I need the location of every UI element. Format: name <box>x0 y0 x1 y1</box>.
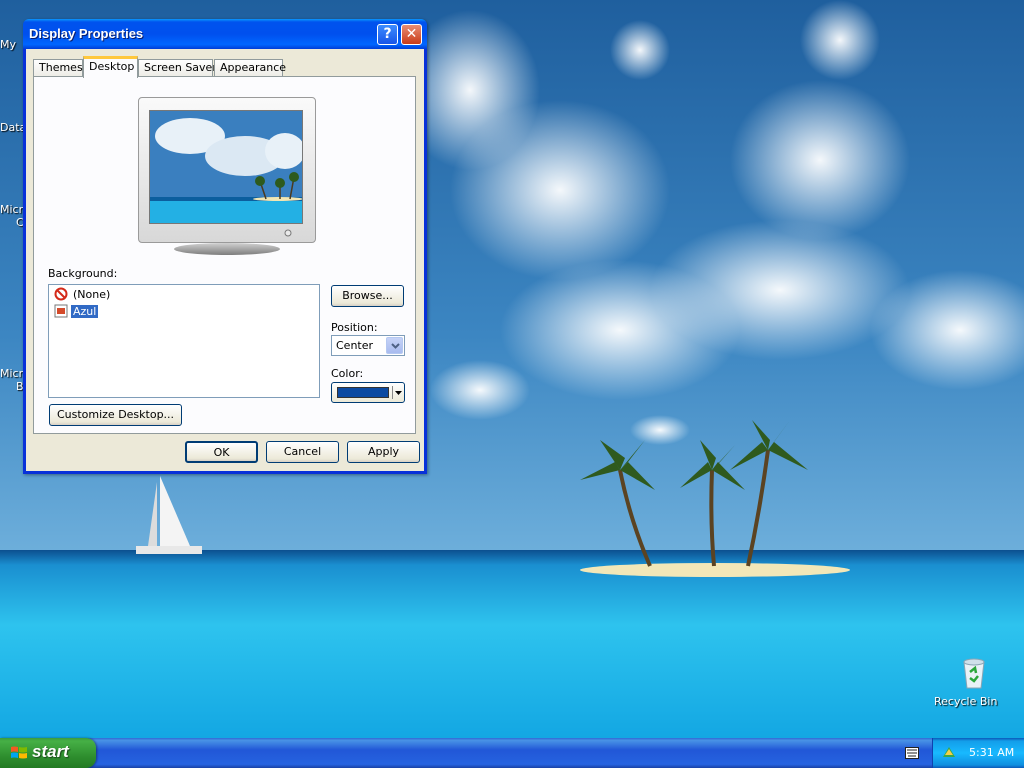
background-list[interactable]: (None) Azul <box>48 284 320 398</box>
desktop-icon-label-my[interactable]: My <box>0 38 16 51</box>
start-button[interactable]: start <box>0 738 96 768</box>
color-dropdown-arrow <box>392 386 402 399</box>
browse-button[interactable]: Browse... <box>331 285 404 307</box>
window-client-area: Themes Desktop Screen Saver Appearance B… <box>26 49 424 471</box>
triangle-down-icon <box>395 391 402 395</box>
apply-button[interactable]: Apply <box>347 441 420 463</box>
background-label: Background: <box>48 267 118 280</box>
title-bar[interactable]: Display Properties ? ✕ <box>23 19 427 49</box>
position-dropdown-button[interactable] <box>386 337 403 354</box>
start-label: start <box>32 742 69 761</box>
close-button[interactable]: ✕ <box>401 24 422 45</box>
monitor-stand <box>174 243 280 255</box>
help-icon: ? <box>383 26 392 42</box>
taskbar: start 5:31 AM <box>0 738 1024 768</box>
color-swatch <box>337 387 389 398</box>
tab-screen-saver[interactable]: Screen Saver <box>138 59 217 77</box>
ok-button[interactable]: OK <box>185 441 258 463</box>
position-value: Center <box>336 339 374 352</box>
tab-desktop[interactable]: Desktop <box>83 56 138 78</box>
list-item-none-label: (None) <box>73 288 111 301</box>
system-tray: 5:31 AM <box>932 738 1024 768</box>
monitor-preview <box>138 97 316 257</box>
list-item-azul-label: Azul <box>69 304 100 319</box>
chevron-down-icon <box>391 343 400 349</box>
network-icon[interactable] <box>941 745 957 761</box>
color-picker-button[interactable] <box>331 382 405 403</box>
display-properties-window: Display Properties ? ✕ Themes Desktop Sc… <box>23 19 427 474</box>
list-item-azul[interactable]: Azul <box>54 304 100 320</box>
none-icon <box>54 287 68 301</box>
image-file-icon <box>54 304 68 318</box>
monitor-power-icon <box>284 229 292 237</box>
tab-appearance[interactable]: Appearance <box>214 59 286 77</box>
recycle-bin-label: Recycle Bin <box>934 695 998 708</box>
position-select[interactable]: Center <box>331 335 405 356</box>
preview-image <box>150 111 302 223</box>
recycle-bin-icon <box>963 658 985 689</box>
desktop-tab-panel: Background: (None) Azul Browse... Positi… <box>33 76 416 434</box>
close-icon: ✕ <box>405 26 418 42</box>
cancel-button[interactable]: Cancel <box>266 441 339 463</box>
color-label: Color: <box>331 367 364 380</box>
windows-logo-icon <box>11 746 27 759</box>
monitor-frame <box>138 97 316 243</box>
window-title: Display Properties <box>29 26 144 41</box>
customize-desktop-button[interactable]: Customize Desktop... <box>49 404 182 426</box>
help-button[interactable]: ? <box>377 24 398 45</box>
clock[interactable]: 5:31 AM <box>969 746 1014 759</box>
wallpaper-preview <box>149 110 303 224</box>
tab-themes[interactable]: Themes <box>33 59 83 77</box>
recycle-bin[interactable]: Recycle Bin <box>934 656 1014 708</box>
position-label: Position: <box>331 321 378 334</box>
keyboard-icon[interactable] <box>905 747 919 759</box>
list-item-none[interactable]: (None) <box>54 287 112 303</box>
